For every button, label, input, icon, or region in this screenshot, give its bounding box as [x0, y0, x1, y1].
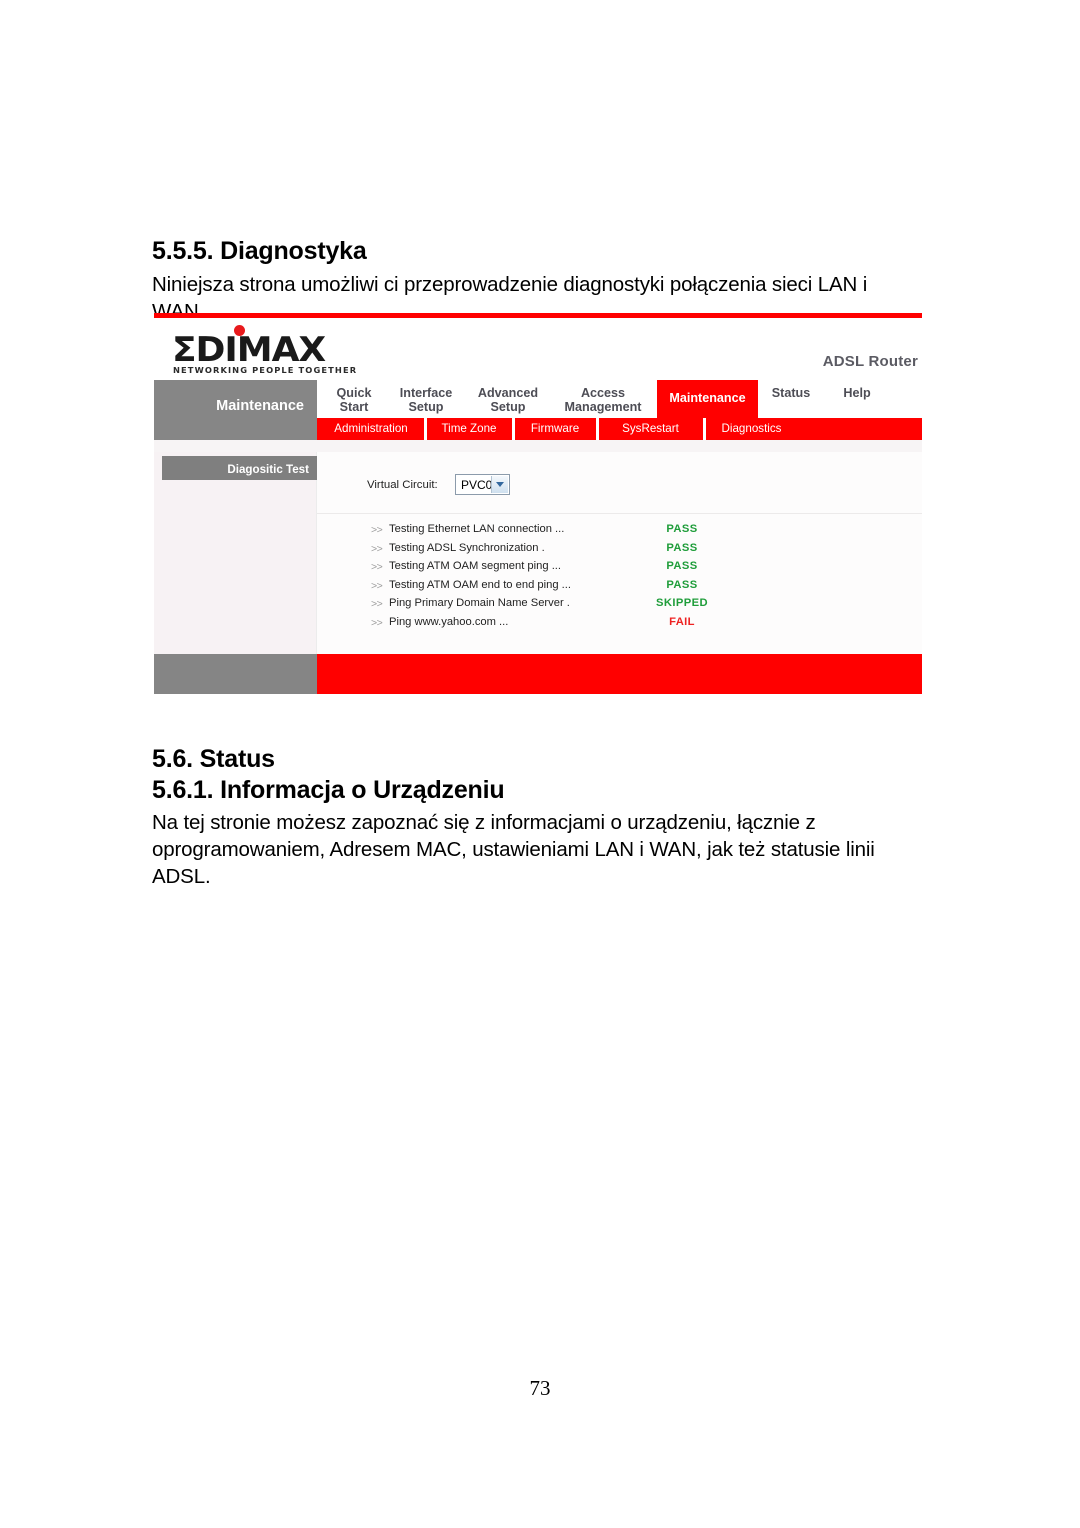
- section-paragraph-status: Na tej stronie możesz zapoznać się z inf…: [152, 810, 875, 888]
- nav-tab-status[interactable]: Status: [758, 380, 824, 418]
- nav-tab-label-line1: Interface: [399, 386, 453, 400]
- result-status-badge: PASS: [666, 578, 698, 591]
- diagnostic-results-list: >> Testing Ethernet LAN connection ... PAS…: [317, 522, 922, 633]
- sub-navigation: Administration Time Zone Firmware SysRestar…: [317, 418, 922, 440]
- result-label: Ping Primary Domain Name Server .: [389, 597, 570, 609]
- nav-tab-label-line2: Management: [564, 400, 642, 414]
- section-heading-5-6: 5.6. Status: [152, 744, 275, 773]
- result-status-badge: PASS: [666, 560, 698, 572]
- nav-section-title-label: Maintenance: [216, 398, 304, 414]
- result-label: Testing ADSL Synchronization .: [389, 541, 545, 554]
- virtual-circuit-label: Virtual Circuit:: [367, 479, 438, 491]
- nav-tab-interface[interactable]: Interface Setup: [385, 380, 467, 418]
- ui-gap-strip: [154, 440, 922, 452]
- edimax-wordmark: ΣDIMAX: [172, 330, 326, 370]
- result-label: Ping www.yahoo.com ...: [389, 615, 509, 628]
- subnav-item-administration[interactable]: Administration: [317, 418, 425, 440]
- ui-body: Diagositic Test Virtual Circuit: PVC0 >>…: [154, 452, 922, 654]
- content-panel: Virtual Circuit: PVC0 >> Testing Ethernet…: [317, 452, 922, 654]
- section-heading-5-5-5: 5.5.5. Diagnostyka: [152, 236, 367, 265]
- diagnostic-result-row: >> Ping Primary Domain Name Server . SKIPP…: [317, 596, 922, 615]
- nav-tab-list: Quick Start Interface Setup Advanced Setup Acc…: [317, 380, 922, 418]
- footer-left-block: [154, 654, 317, 694]
- diagnostic-result-row: >> Testing ADSL Synchronization . PASS: [317, 541, 922, 560]
- subnav-item-sysrestart[interactable]: SysRestart: [597, 418, 704, 440]
- logo-red-dot-icon: [234, 325, 245, 336]
- edimax-tagline: NETWORKING PEOPLE TOGETHER: [173, 365, 358, 375]
- nav-tab-quick[interactable]: Quick Start: [323, 380, 385, 418]
- result-label: Testing ATM OAM end to end ping ...: [389, 578, 571, 591]
- virtual-circuit-value: PVC0: [461, 478, 493, 492]
- nav-tab-maintenance[interactable]: Maintenance: [657, 380, 758, 418]
- subnav-left-filler: [154, 418, 317, 440]
- router-web-ui-screenshot: ΣDIMAX NETWORKING PEOPLE TOGETHER ADSL R…: [154, 313, 922, 694]
- nav-tab-label-line1: Quick: [336, 386, 372, 400]
- result-arrow-icon: >>: [371, 579, 383, 592]
- nav-tab-label-line1: Advanced: [477, 386, 539, 400]
- result-arrow-icon: >>: [371, 561, 383, 573]
- diagnostic-result-row: >> Testing Ethernet LAN connection ... PAS…: [317, 522, 922, 541]
- subnav-item-time-zone[interactable]: Time Zone: [425, 418, 513, 440]
- result-label: Testing Ethernet LAN connection ...: [389, 523, 565, 535]
- nav-tab-access[interactable]: Access Management: [549, 380, 657, 418]
- footer-right-block: [317, 654, 922, 694]
- virtual-circuit-select[interactable]: PVC0: [455, 474, 510, 495]
- content-divider: [317, 513, 922, 514]
- result-arrow-icon: >>: [371, 542, 383, 555]
- side-panel-title: Diagositic Test: [162, 456, 317, 480]
- document-page: 5.5.5. Diagnostyka Niniejsza strona umoż…: [0, 0, 1080, 1528]
- nav-tab-label-line2: Start: [339, 400, 369, 414]
- result-status-badge: FAIL: [669, 615, 695, 628]
- device-model-label: ADSL Router: [822, 353, 918, 370]
- result-status-badge: PASS: [666, 541, 698, 554]
- nav-tab-label-line2: Setup: [490, 400, 526, 414]
- diagnostic-result-row: >> Testing ATM OAM segment ping ... PASS: [317, 559, 922, 578]
- left-side-panel: Diagositic Test: [154, 452, 317, 654]
- diagnostic-result-row: >> Testing ATM OAM end to end ping ... PAS…: [317, 578, 922, 597]
- result-status-badge: PASS: [666, 523, 698, 535]
- section-heading-5-6-1: 5.6.1. Informacja o Urządzeniu: [152, 775, 505, 804]
- nav-tab-label-line1: Status: [771, 386, 811, 400]
- virtual-circuit-row: Virtual Circuit: PVC0: [317, 474, 922, 500]
- diagnostic-result-row: >> Ping www.yahoo.com ... FAIL: [317, 615, 922, 634]
- subnav-item-firmware[interactable]: Firmware: [513, 418, 597, 440]
- nav-tab-label-line2: Setup: [408, 400, 444, 414]
- nav-tab-advanced[interactable]: Advanced Setup: [467, 380, 549, 418]
- page-number: 73: [529, 1376, 551, 1400]
- result-arrow-icon: >>: [371, 524, 383, 536]
- nav-section-title: Maintenance: [154, 380, 317, 418]
- subnav-item-diagnostics[interactable]: Diagnostics: [704, 418, 799, 440]
- edimax-logo: ΣDIMAX NETWORKING PEOPLE TOGETHER: [172, 324, 382, 376]
- result-arrow-icon: >>: [371, 598, 383, 610]
- ui-header: ΣDIMAX NETWORKING PEOPLE TOGETHER ADSL R…: [154, 318, 922, 380]
- nav-tab-label-line1: Help: [843, 386, 871, 400]
- main-navigation: Maintenance Quick Start Interface Setup Adva…: [154, 380, 922, 418]
- nav-tab-label-line1: Access: [580, 386, 626, 400]
- ui-footer: [154, 654, 922, 694]
- result-status-badge: SKIPPED: [656, 597, 708, 609]
- side-panel-title-label: Diagositic Test: [227, 463, 309, 476]
- nav-tab-help[interactable]: Help: [824, 380, 890, 418]
- nav-tab-label-line1: Maintenance: [669, 391, 746, 405]
- result-label: Testing ATM OAM segment ping ...: [389, 560, 562, 572]
- chevron-down-icon[interactable]: [491, 476, 508, 493]
- result-arrow-icon: >>: [371, 616, 383, 629]
